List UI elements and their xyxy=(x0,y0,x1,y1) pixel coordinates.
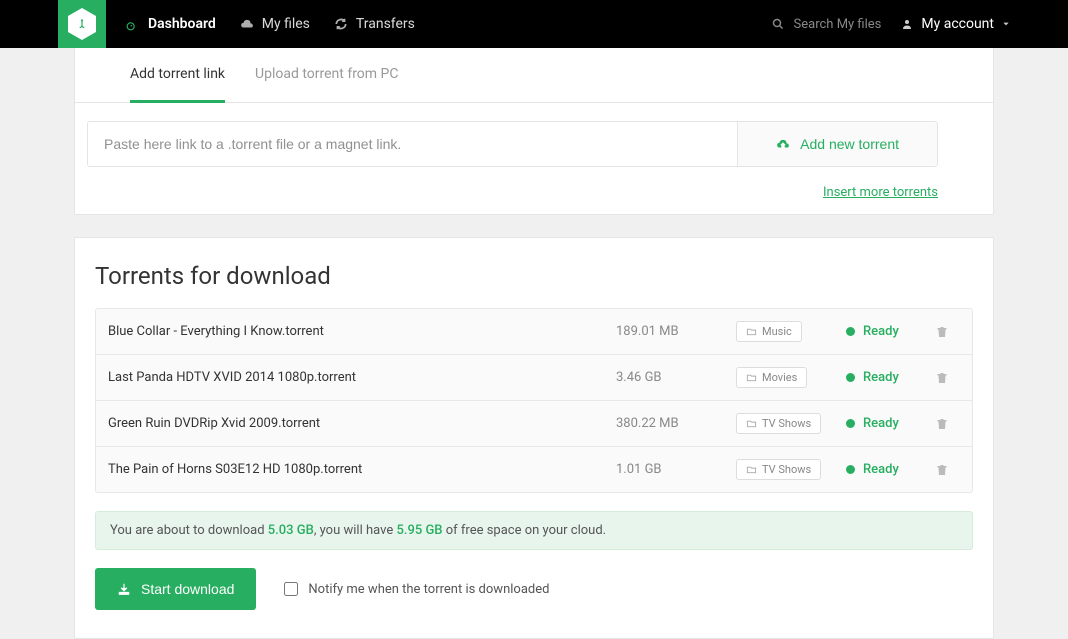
user-icon xyxy=(901,18,913,30)
free-space: 5.95 GB xyxy=(396,523,442,538)
trash-icon xyxy=(936,464,948,476)
torrent-row: Green Ruin DVDRip Xvid 2009.torrent 380.… xyxy=(96,401,972,447)
search-placeholder: Search My files xyxy=(794,17,882,32)
status-dot-icon xyxy=(846,419,855,428)
torrent-link-input[interactable] xyxy=(88,122,737,166)
torrent-list: Blue Collar - Everything I Know.torrent … xyxy=(95,308,973,493)
category-badge[interactable]: Movies xyxy=(736,367,807,388)
torrent-name: Last Panda HDTV XVID 2014 1080p.torrent xyxy=(108,370,616,385)
add-torrent-panel: Add torrent link Upload torrent from PC … xyxy=(74,48,994,215)
torrent-row: Last Panda HDTV XVID 2014 1080p.torrent … xyxy=(96,355,972,401)
category-badge[interactable]: TV Shows xyxy=(736,413,821,434)
refresh-icon xyxy=(334,17,348,31)
folder-icon xyxy=(746,464,757,475)
trash-icon xyxy=(936,326,948,338)
delete-button[interactable] xyxy=(936,464,960,476)
dashboard-icon xyxy=(126,17,140,31)
add-torrent-label: Add new torrent xyxy=(800,136,899,152)
torrent-name: Blue Collar - Everything I Know.torrent xyxy=(108,324,616,339)
cloud-icon xyxy=(240,17,254,31)
folder-icon xyxy=(746,326,757,337)
nav-dashboard[interactable]: Dashboard xyxy=(126,16,216,32)
tab-upload-pc[interactable]: Upload torrent from PC xyxy=(255,48,398,102)
torrent-size: 3.46 GB xyxy=(616,370,736,385)
category-badge[interactable]: Music xyxy=(736,321,802,342)
nav-myfiles-label: My files xyxy=(262,16,310,32)
add-torrent-button[interactable]: Add new torrent xyxy=(737,122,937,166)
download-info-bar: You are about to download 5.03 GB, you w… xyxy=(95,511,973,550)
torrent-status: Ready xyxy=(846,324,936,339)
torrent-size: 189.01 MB xyxy=(616,324,736,339)
folder-icon xyxy=(746,418,757,429)
delete-button[interactable] xyxy=(936,372,960,384)
status-dot-icon xyxy=(846,327,855,336)
account-menu[interactable]: My account xyxy=(901,16,1010,32)
section-title: Torrents for download xyxy=(75,262,993,308)
start-download-button[interactable]: Start download xyxy=(95,568,256,610)
delete-button[interactable] xyxy=(936,326,960,338)
account-label: My account xyxy=(921,16,994,32)
search-icon xyxy=(772,18,784,30)
torrent-row: Blue Collar - Everything I Know.torrent … xyxy=(96,309,972,355)
nav-transfers[interactable]: Transfers xyxy=(334,16,415,32)
caret-down-icon xyxy=(1002,20,1010,28)
tab-add-link[interactable]: Add torrent link xyxy=(130,48,225,103)
torrent-status: Ready xyxy=(846,370,936,385)
insert-more-link[interactable]: Insert more torrents xyxy=(823,185,938,200)
nav-transfers-label: Transfers xyxy=(356,16,415,32)
torrent-name: Green Ruin DVDRip Xvid 2009.torrent xyxy=(108,416,616,431)
notify-checkbox[interactable] xyxy=(284,582,298,596)
search-area[interactable]: Search My files xyxy=(772,17,882,32)
cloud-upload-icon xyxy=(776,137,790,151)
torrent-status: Ready xyxy=(846,462,936,477)
category-badge[interactable]: TV Shows xyxy=(736,459,821,480)
notify-checkbox-area[interactable]: Notify me when the torrent is downloaded xyxy=(284,582,549,597)
torrents-panel: Torrents for download Blue Collar - Ever… xyxy=(74,237,994,639)
start-download-label: Start download xyxy=(141,581,234,597)
status-dot-icon xyxy=(846,465,855,474)
torrent-row: The Pain of Horns S03E12 HD 1080p.torren… xyxy=(96,447,972,492)
folder-icon xyxy=(746,372,757,383)
nav-dashboard-label: Dashboard xyxy=(148,16,216,32)
torrent-name: The Pain of Horns S03E12 HD 1080p.torren… xyxy=(108,462,616,477)
torrent-size: 1.01 GB xyxy=(616,462,736,477)
torrent-status: Ready xyxy=(846,416,936,431)
total-size: 5.03 GB xyxy=(268,523,314,538)
trash-icon xyxy=(936,418,948,430)
delete-button[interactable] xyxy=(936,418,960,430)
top-nav: Dashboard My files Transfers Search My f… xyxy=(0,0,1068,48)
download-icon xyxy=(117,582,131,596)
logo[interactable] xyxy=(58,0,106,48)
notify-label: Notify me when the torrent is downloaded xyxy=(308,582,549,597)
status-dot-icon xyxy=(846,373,855,382)
trash-icon xyxy=(936,372,948,384)
torrent-size: 380.22 MB xyxy=(616,416,736,431)
nav-myfiles[interactable]: My files xyxy=(240,16,310,32)
